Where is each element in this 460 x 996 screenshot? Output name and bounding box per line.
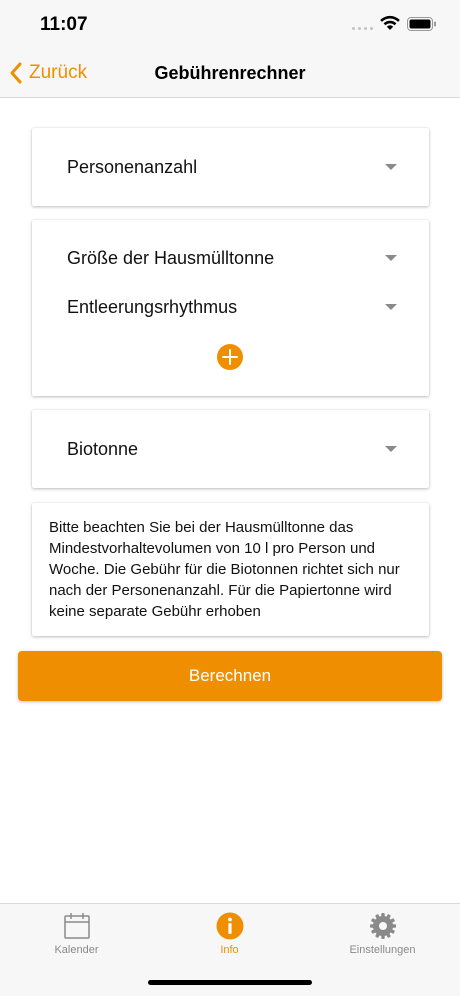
dropdown-arrow-icon [385,255,397,261]
wifi-icon [380,15,400,30]
tab-settings[interactable]: Einstellungen [306,904,459,964]
info-icon [216,912,243,940]
cellular-signal-icon [352,22,374,30]
dropdown-arrow-icon [385,164,397,170]
bin-size-dropdown[interactable]: Größe der Hausmülltonne [32,238,429,278]
home-indicator [148,980,312,985]
dropdown-arrow-icon [385,304,397,310]
tab-label: Info [220,944,239,956]
biobin-card: Biotonne [32,410,429,488]
biobin-dropdown[interactable]: Biotonne [32,429,429,469]
info-box: Bitte beachten Sie bei der Hausmülltonne… [32,503,429,636]
status-time: 11:07 [40,14,88,35]
gear-icon [369,913,396,939]
navigation-bar: Zurück Gebührenrechner [0,50,460,98]
screen: 11:07 Zurück Gebührenrechner Personenanz… [0,0,460,996]
calculate-button[interactable]: Berechnen [18,651,442,701]
status-bar: 11:07 [0,0,460,50]
emptying-rhythm-dropdown[interactable]: Entleerungsrhythmus [32,287,429,327]
page-title: Gebührenrechner [154,63,306,83]
tab-label: Einstellungen [349,944,416,956]
plus-circle-icon [222,349,238,365]
calendar-icon [63,913,90,939]
add-bin-button[interactable] [217,344,243,370]
dropdown-label: Personenanzahl [67,156,198,177]
bin-card: Größe der Hausmülltonne Entleerungsrhyth… [32,220,429,396]
info-text: Bitte beachten Sie bei der Hausmülltonne… [49,519,400,620]
dropdown-label: Größe der Hausmülltonne [67,247,275,268]
dropdown-arrow-icon [385,446,397,452]
dropdown-label: Entleerungsrhythmus [67,296,238,317]
tab-calendar[interactable]: Kalender [0,904,153,964]
battery-icon [407,17,436,31]
persons-card: Personenanzahl [32,128,429,206]
tab-label: Kalender [54,944,99,956]
tab-info[interactable]: Info [153,904,306,964]
dropdown-label: Biotonne [67,438,139,459]
persons-dropdown[interactable]: Personenanzahl [32,147,429,187]
